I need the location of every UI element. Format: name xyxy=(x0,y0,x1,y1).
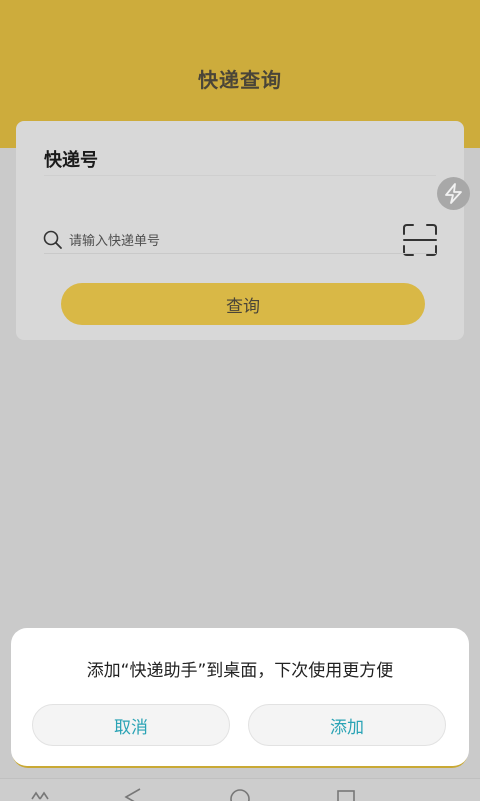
input-underline xyxy=(44,253,436,254)
tracking-number-label: 快递号 xyxy=(44,150,98,171)
tracking-number-input[interactable] xyxy=(67,230,371,252)
divider xyxy=(44,175,436,176)
floating-flash-button[interactable] xyxy=(437,177,470,210)
search-icon xyxy=(43,230,62,249)
nav-recent-icon[interactable] xyxy=(336,787,356,801)
nav-menu-icon[interactable] xyxy=(30,787,50,801)
nav-home-icon[interactable] xyxy=(228,787,252,801)
add-button[interactable]: 添加 xyxy=(248,704,446,746)
cancel-button[interactable]: 取消 xyxy=(32,704,230,746)
query-card: 快递号 查询 xyxy=(16,121,464,340)
add-to-desktop-dialog: 添加“快递助手”到桌面，下次使用更方便 取消 添加 xyxy=(11,628,469,766)
scan-icon[interactable] xyxy=(402,223,438,257)
query-button[interactable]: 查询 xyxy=(61,283,425,325)
page-title: 快递查询 xyxy=(198,68,282,92)
dialog-message: 添加“快递助手”到桌面，下次使用更方便 xyxy=(86,661,394,681)
nav-back-icon[interactable] xyxy=(122,787,142,801)
floating-flash-icon xyxy=(445,183,462,204)
system-nav-bar xyxy=(0,778,480,801)
